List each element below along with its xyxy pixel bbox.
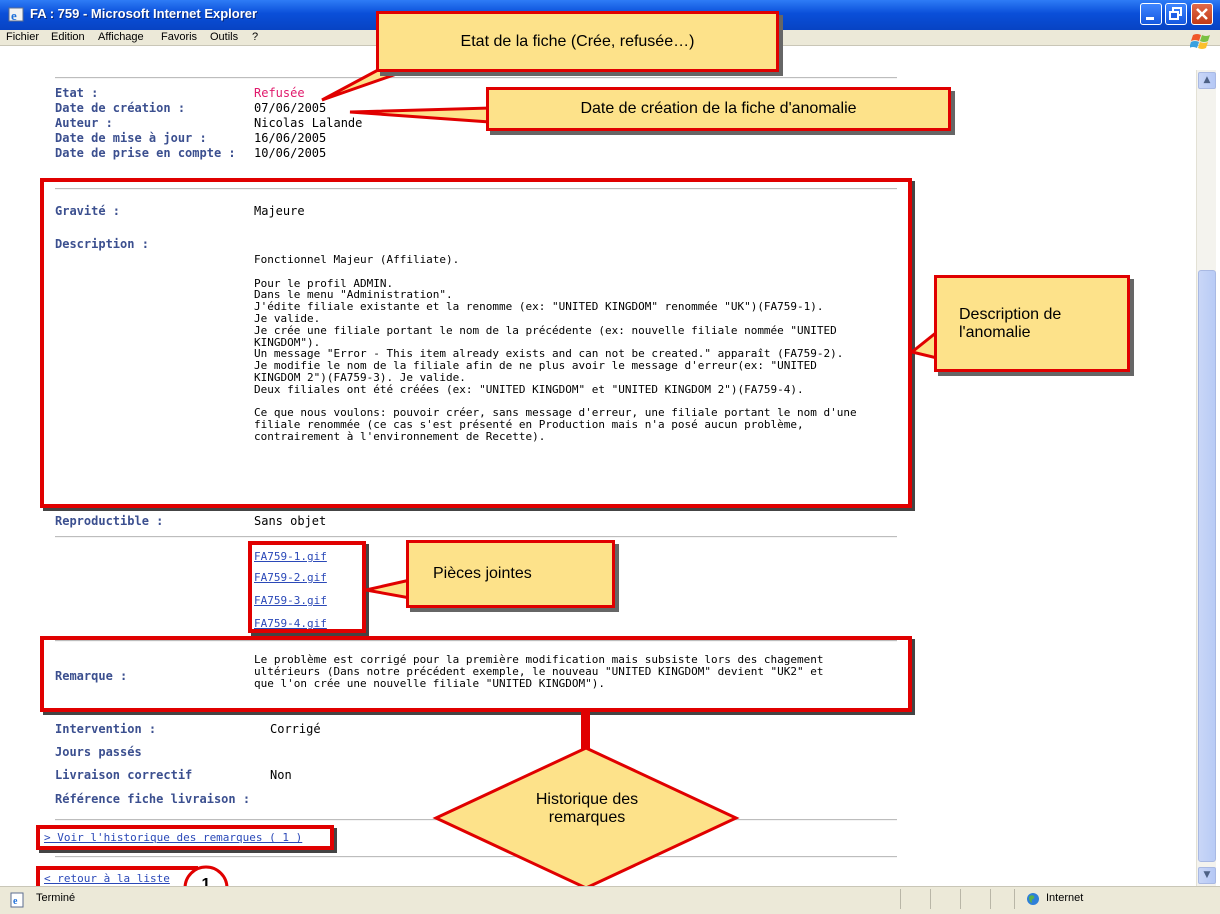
status-separator [960, 889, 961, 909]
status-separator [1014, 889, 1015, 909]
historique-callout-text: Historique des remarques [535, 791, 639, 826]
remarque-connector [581, 712, 590, 752]
description-callout: Description de l'anomalie [934, 275, 1130, 372]
date-callout-text: Date de création de la fiche d'anomalie [580, 100, 857, 117]
pieces-callout: Pièces jointes [406, 540, 615, 608]
internet-globe-icon [1027, 893, 1039, 905]
status-text: Terminé [36, 892, 76, 904]
svg-text:e: e [13, 896, 18, 907]
status-separator [990, 889, 991, 909]
status-separator [900, 889, 901, 909]
etat-callout-text: Etat de la fiche (Crée, refusée…) [460, 32, 695, 50]
page-done-icon: e [10, 892, 24, 908]
description-callout-text: Description de l'anomalie [959, 305, 1062, 341]
etat-pointer [321, 68, 409, 102]
pieces-pointer [365, 578, 412, 600]
date-pointer [349, 106, 492, 124]
date-callout: Date de création de la fiche d'anomalie [486, 87, 951, 131]
pieces-callout-text: Pièces jointes [433, 565, 532, 582]
zone-text: Internet [1046, 892, 1084, 904]
status-bar: e Terminé Internet [0, 886, 1220, 914]
status-separator [930, 889, 931, 909]
etat-callout: Etat de la fiche (Crée, refusée…) [376, 11, 779, 72]
historique-callout: Historique des remarques [504, 776, 670, 842]
